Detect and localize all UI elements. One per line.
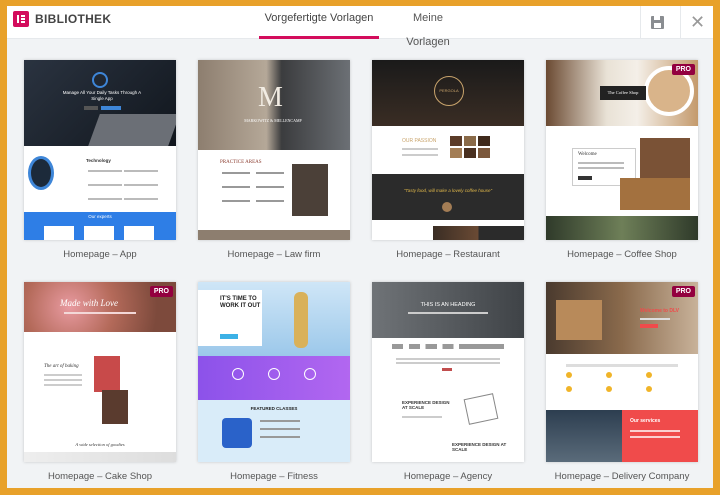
template-label-app: Homepage – App [63,249,137,260]
template-label-delivery-company: Homepage – Delivery Company [554,471,690,482]
library-modal: BIBLIOTHEK Vorgefertigte Vorlagen Meine … [7,6,713,488]
library-title: BIBLIOTHEK [35,12,112,26]
library-header: BIBLIOTHEK Vorgefertigte Vorlagen Meine … [7,6,713,48]
template-preview-cake-shop[interactable]: Made with Love The art of baking A wide … [24,282,176,462]
template-preview-coffee-shop[interactable]: The Coffee Shop Welcome [546,60,698,240]
template-label-cake-shop: Homepage – Cake Shop [47,471,153,482]
template-label-restaurant: Homepage – Restaurant [396,249,500,260]
pro-badge: PRO [671,286,695,297]
close-icon: ✕ [689,12,706,32]
preview-hero-text: PERGOLA [439,88,459,93]
preview-section-text: PRACTICE AREAS [220,160,262,165]
preview-section-text: EXPERIENCE DESIGN AT SCALE [402,400,450,410]
save-template-button[interactable] [640,6,674,39]
preview-section-text: Our services [630,418,661,424]
pro-badge: PRO [149,286,173,297]
template-label-fitness: Homepage – Fitness [230,471,318,482]
preview-section-text: Welcome [578,152,597,157]
preview-quote-text: "Tasty food, will make a lovely coffee h… [403,188,493,193]
template-preview-app[interactable]: Manage All Your Daily Tasks Through A Si… [24,60,176,240]
preview-hero-text: Made with Love [60,298,118,308]
preview-hero-text: The Coffee Shop [607,90,639,95]
template-preview-restaurant[interactable]: PERGOLA OUR PASSION "Tasty food, will ma… [372,60,524,240]
preview-hero-text: MARKOWITZ & MELLENCAMP [244,118,302,123]
preview-footer-text: EXPERIENCE DESIGN AT SCALE [452,442,507,452]
preview-hero-text: IT'S TIME TO WORK IT OUT [220,296,261,309]
floppy-disk-icon [651,16,664,29]
preview-hero-text: Welcome to DLV [640,308,679,314]
preview-hero-text: Manage All Your Daily Tasks Through A Si… [62,90,142,101]
pro-badge: PRO [671,64,695,75]
preview-footer-text: A wide selection of goodies [75,442,125,447]
tab-my-templates[interactable]: Meine Vorlagen [393,6,463,48]
close-button[interactable]: ✕ [680,6,713,39]
tab-prebuilt-templates[interactable]: Vorgefertigte Vorlagen [259,6,379,39]
preview-section-text: FEATURED CLASSES [250,406,298,411]
template-preview-fitness[interactable]: IT'S TIME TO WORK IT OUT FEATURED CLASSE… [198,282,350,462]
template-label-agency: Homepage – Agency [403,471,493,482]
template-label-coffee-shop: Homepage – Coffee Shop [567,249,677,260]
preview-hero-text: THIS IS AN HEADING [420,302,476,308]
preview-footer-text: Our experts [88,214,112,219]
template-label-law-firm: Homepage – Law firm [227,249,321,260]
template-preview-law-firm[interactable]: M MARKOWITZ & MELLENCAMP PRACTICE AREAS [198,60,350,240]
template-preview-agency[interactable]: THIS IS AN HEADING EXPERIENCE DESIGN AT … [372,282,524,462]
preview-section-text: The art of baking [44,364,79,369]
elementor-logo-icon [13,11,29,27]
template-preview-delivery-company[interactable]: Welcome to DLV Our services [546,282,698,462]
preview-section-text: Technology [86,158,111,163]
preview-section-text: OUR PASSION [402,138,437,144]
